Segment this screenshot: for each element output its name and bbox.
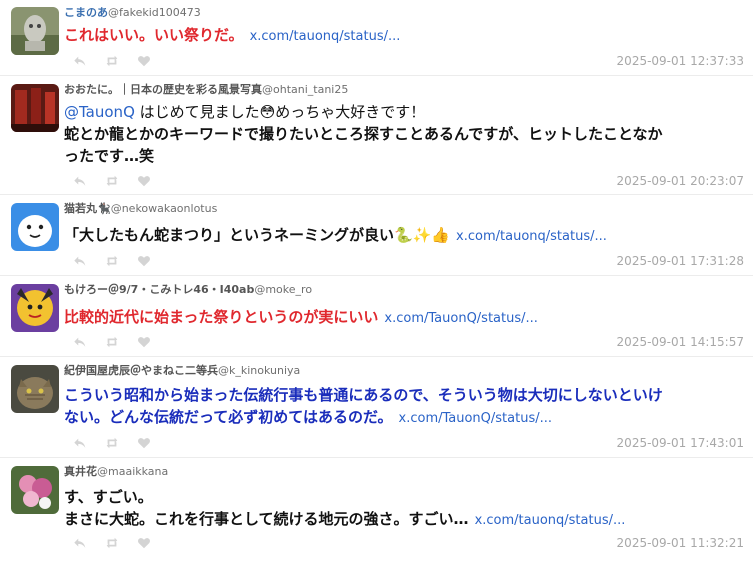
status-link[interactable]: x.com/TauonQ/status/...: [399, 411, 553, 426]
heart-icon[interactable]: [136, 173, 152, 189]
display-name[interactable]: 真井花: [64, 465, 97, 478]
post-text-line: 比較的近代に始まった祭りというのが実にいい: [64, 308, 379, 326]
user-handle[interactable]: @k_kinokuniya: [218, 364, 300, 377]
timestamp[interactable]: 2025-09-01 20:23:07: [617, 174, 744, 188]
display-name[interactable]: こまのあ: [64, 6, 108, 19]
timeline-feed: こまのあ@fakekid100473 これはいい。いい祭りだ。 x.com/tau…: [0, 0, 753, 561]
post-text: 「大したもん蛇まつり」というネーミングが良い🐍✨👍 x.com/tauonq/st…: [64, 224, 746, 248]
post-text-line: ったです…笑: [64, 147, 155, 165]
post-text: す、すごい。 まさに大蛇。これを行事として続ける地元の強さ。すごい… x.com/…: [64, 486, 746, 532]
mention-link[interactable]: @TauonQ: [64, 103, 135, 121]
status-link[interactable]: x.com/tauonq/status/...: [250, 29, 401, 44]
retweet-icon[interactable]: [104, 53, 120, 69]
avatar[interactable]: [11, 7, 59, 55]
post-item[interactable]: こまのあ@fakekid100473 これはいい。いい祭りだ。 x.com/tau…: [0, 0, 753, 76]
post-item[interactable]: おおたに。｜日本の歴史を彩る風景写真@ohtani_tani25 @TauonQ…: [0, 77, 753, 195]
post-text-line: 蛇とか龍とかのキーワードで撮りたいところ探すことあるんですが、ヒットしたことなか: [64, 125, 663, 143]
retweet-icon[interactable]: [104, 173, 120, 189]
status-link[interactable]: x.com/tauonq/status/...: [456, 229, 607, 244]
post-text: 比較的近代に始まった祭りというのが実にいい x.com/TauonQ/status…: [64, 306, 746, 330]
retweet-icon[interactable]: [104, 253, 120, 269]
status-link[interactable]: x.com/tauonq/status/...: [475, 513, 626, 528]
display-name[interactable]: 猫若丸🐈‍⬛: [64, 202, 111, 215]
post-text-line: こういう昭和から始まった伝統行事も普通にあるので、そういう物は大切にしないといけ: [64, 386, 663, 404]
post-text-line: これはいい。いい祭りだ。: [64, 26, 244, 44]
reply-icon[interactable]: [72, 253, 88, 269]
post-item[interactable]: もけろー＠9/7・こみトレ46・I40ab@moke_ro 比較的近代に始まった…: [0, 277, 753, 357]
post-text: @TauonQ はじめて見ました😳めっちゃ大好きです！ 蛇とか龍とかのキーワード…: [64, 101, 746, 167]
post-text-line: す、すごい。: [64, 488, 153, 506]
timestamp[interactable]: 2025-09-01 12:37:33: [617, 54, 744, 68]
reply-icon[interactable]: [72, 435, 88, 451]
heart-icon[interactable]: [136, 435, 152, 451]
post-text: これはいい。いい祭りだ。 x.com/tauonq/status/...: [64, 24, 746, 48]
reply-icon[interactable]: [72, 535, 88, 551]
post-item[interactable]: 猫若丸🐈‍⬛@nekowakaonlotus 「大したもん蛇まつり」というネーミ…: [0, 196, 753, 276]
user-handle[interactable]: @maaikkana: [97, 465, 168, 478]
avatar[interactable]: [11, 365, 59, 413]
avatar[interactable]: [11, 84, 59, 132]
heart-icon[interactable]: [136, 253, 152, 269]
timestamp[interactable]: 2025-09-01 14:15:57: [617, 335, 744, 349]
post-text-line: ない。どんな伝統だって必ず初めてはあるのだ。: [64, 408, 393, 426]
post-text: こういう昭和から始まった伝統行事も普通にあるので、そういう物は大切にしないといけ…: [64, 384, 746, 430]
status-link[interactable]: x.com/TauonQ/status/...: [384, 311, 538, 326]
post-item[interactable]: 真井花@maaikkana す、すごい。 まさに大蛇。これを行事として続ける地元…: [0, 459, 753, 561]
timestamp[interactable]: 2025-09-01 17:43:01: [617, 436, 744, 450]
reply-icon[interactable]: [72, 53, 88, 69]
user-handle[interactable]: @fakekid100473: [108, 6, 201, 19]
post-text-line: まさに大蛇。これを行事として続ける地元の強さ。すごい…: [64, 510, 469, 528]
reply-icon[interactable]: [72, 334, 88, 350]
post-text-line: はじめて見ました😳めっちゃ大好きです！: [134, 103, 426, 121]
user-handle[interactable]: @moke_ro: [254, 283, 312, 296]
retweet-icon[interactable]: [104, 535, 120, 551]
heart-icon[interactable]: [136, 535, 152, 551]
post-item[interactable]: 紀伊国屋虎辰＠やまねこ二等兵@k_kinokuniya こういう昭和から始まった…: [0, 358, 753, 458]
retweet-icon[interactable]: [104, 435, 120, 451]
avatar[interactable]: [11, 466, 59, 514]
reply-icon[interactable]: [72, 173, 88, 189]
avatar[interactable]: [11, 284, 59, 332]
display-name[interactable]: 紀伊国屋虎辰＠やまねこ二等兵: [64, 364, 218, 377]
timestamp[interactable]: 2025-09-01 17:31:28: [617, 254, 744, 268]
retweet-icon[interactable]: [104, 334, 120, 350]
display-name[interactable]: おおたに。｜日本の歴史を彩る風景写真: [64, 83, 262, 96]
display-name[interactable]: もけろー＠9/7・こみトレ46・I40ab: [64, 283, 254, 296]
timestamp[interactable]: 2025-09-01 11:32:21: [617, 536, 744, 550]
user-handle[interactable]: @nekowakaonlotus: [111, 202, 218, 215]
user-handle[interactable]: @ohtani_tani25: [262, 83, 348, 96]
post-text-line: 「大したもん蛇まつり」というネーミングが良い🐍✨👍: [64, 226, 451, 244]
heart-icon[interactable]: [136, 53, 152, 69]
heart-icon[interactable]: [136, 334, 152, 350]
avatar[interactable]: [11, 203, 59, 251]
